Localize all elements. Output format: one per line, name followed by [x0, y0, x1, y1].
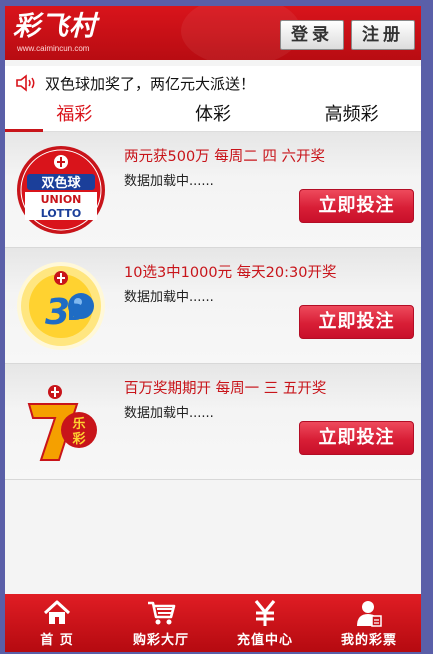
- nav-recharge[interactable]: 充值中心: [213, 594, 317, 652]
- tab-gaopincai[interactable]: 高频彩: [282, 100, 421, 131]
- nav-recharge-label: 充值中心: [236, 633, 293, 648]
- lottery-list: 双色球 UNION LOTTO 两元获500万 每周二 四 六开奖 数据加载中.…: [5, 132, 421, 480]
- bet-now-button[interactable]: 立即投注: [299, 189, 414, 223]
- lottery-status: 数据加载中......: [124, 406, 214, 421]
- speaker-icon: [16, 74, 35, 92]
- lottery-status: 数据加载中......: [124, 174, 214, 189]
- logo-text: 彩飞村: [13, 11, 97, 42]
- lottery-status: 数据加载中......: [124, 290, 214, 305]
- bet-now-button[interactable]: 立即投注: [299, 305, 414, 339]
- shuangseqiu-logo-icon: 双色球 UNION LOTTO: [17, 146, 105, 234]
- yen-icon: [254, 599, 276, 626]
- lottery-item[interactable]: 乐 彩 百万奖期期开 每周一 三 五开奖 数据加载中...... 立即投注: [5, 364, 421, 480]
- bottom-nav: 首 页 购彩大厅 充值中心 我的彩票: [5, 594, 421, 652]
- svg-text:双色球: 双色球: [41, 175, 81, 191]
- lottery-title: 两元获500万 每周二 四 六开奖: [124, 149, 326, 165]
- register-button[interactable]: 注册: [351, 20, 415, 50]
- svg-text:乐: 乐: [72, 416, 85, 432]
- svg-text:UNION: UNION: [41, 193, 82, 206]
- lottery-item[interactable]: 3 D 10选3中1000元 每天20:30开奖 数据加载中...... 立即投…: [5, 248, 421, 364]
- svg-text:LOTTO: LOTTO: [41, 207, 82, 220]
- site-logo[interactable]: 彩飞村 www.caimincun.com: [13, 10, 105, 56]
- lottery-title: 10选3中1000元 每天20:30开奖: [124, 265, 337, 281]
- nav-my-lottery-label: 我的彩票: [340, 633, 397, 648]
- nav-my-lottery[interactable]: 我的彩票: [317, 594, 421, 652]
- notice-bar[interactable]: 双色球加奖了，两亿元大派送！: [5, 66, 421, 100]
- nav-home-label: 首 页: [40, 633, 74, 648]
- svg-text:D: D: [67, 301, 85, 326]
- app-header: 彩飞村 www.caimincun.com 登录 注册: [5, 6, 421, 60]
- nav-lottery-hall[interactable]: 购彩大厅: [109, 594, 213, 652]
- nav-lottery-hall-label: 购彩大厅: [132, 633, 189, 648]
- notice-text: 双色球加奖了，两亿元大派送！: [45, 74, 256, 93]
- nav-home[interactable]: 首 页: [5, 594, 109, 652]
- 3d-logo-icon: 3 D: [17, 262, 105, 350]
- tab-ticai[interactable]: 体彩: [144, 100, 283, 131]
- svg-text:彩: 彩: [71, 431, 85, 447]
- user-icon: [357, 601, 382, 627]
- lottery-title: 百万奖期期开 每周一 三 五开奖: [124, 381, 327, 397]
- lottery-tabs: 福彩 体彩 高频彩: [5, 100, 421, 132]
- lottery-item[interactable]: 双色球 UNION LOTTO 两元获500万 每周二 四 六开奖 数据加载中.…: [5, 132, 421, 248]
- qilecai-logo-icon: 乐 彩: [27, 385, 97, 461]
- login-button[interactable]: 登录: [280, 20, 344, 50]
- tab-fucai[interactable]: 福彩: [5, 100, 144, 132]
- logo-url: www.caimincun.com: [17, 44, 90, 53]
- bet-now-button[interactable]: 立即投注: [299, 421, 414, 455]
- cart-icon: [148, 601, 176, 625]
- home-icon: [43, 600, 71, 624]
